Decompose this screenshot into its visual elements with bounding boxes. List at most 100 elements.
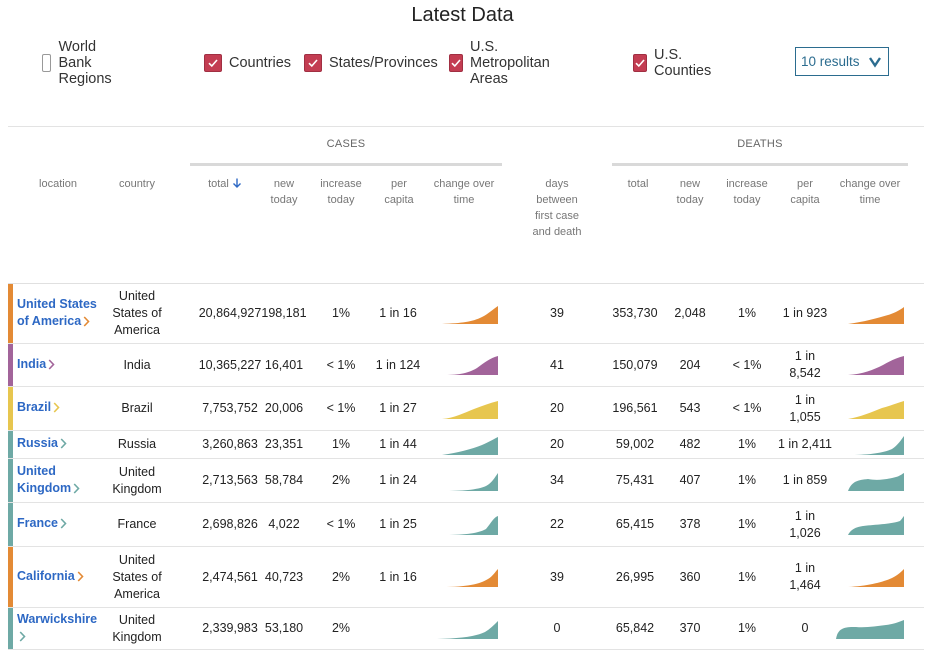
table-row: Russia Russia 3,260,863 23,351 1% 1 in 4… bbox=[8, 431, 924, 459]
deaths-increase-cell: < 1% bbox=[732, 401, 762, 415]
cases-total-cell: 7,753,752 bbox=[202, 401, 258, 415]
location-link[interactable]: California bbox=[17, 547, 97, 607]
cases-total-cell: 20,864,927 bbox=[198, 306, 262, 320]
location-link[interactable]: India bbox=[17, 344, 97, 386]
cases-sparkline-area bbox=[442, 305, 498, 324]
cases-per-capita-cell: 1 in 44 bbox=[379, 437, 417, 451]
col-header-deaths-new[interactable]: new today bbox=[668, 176, 712, 208]
filter-world-bank-regions[interactable]: World Bank Regions bbox=[42, 39, 120, 87]
deaths-increase-cell: 1% bbox=[737, 306, 757, 320]
table-row: United States of America United States o… bbox=[8, 284, 924, 344]
deaths-per-capita-cell: 1 in 1,055 bbox=[789, 392, 821, 424]
deaths-per-capita-cell: 1 in 859 bbox=[782, 473, 828, 487]
checkbox-checked[interactable] bbox=[304, 54, 322, 72]
col-header-deaths-change[interactable]: change over time bbox=[838, 176, 902, 208]
location-link[interactable]: Brazil bbox=[17, 387, 97, 430]
row-color-bar bbox=[8, 547, 13, 607]
deaths-sparkline-area bbox=[848, 400, 904, 419]
col-header-cases-total[interactable]: total bbox=[190, 176, 260, 192]
location-link[interactable]: Russia bbox=[17, 431, 97, 458]
row-color-bar bbox=[8, 387, 13, 430]
days-between-cell: 22 bbox=[550, 517, 564, 531]
cases-sparkline bbox=[442, 431, 498, 458]
filter-countries[interactable]: Countries bbox=[204, 50, 291, 76]
country-cell: Brazil bbox=[121, 401, 153, 415]
deaths-sparkline-area bbox=[836, 619, 904, 639]
checkbox-checked[interactable] bbox=[633, 54, 647, 72]
table-row: Warwickshire United Kingdom 2,339,983 53… bbox=[8, 608, 924, 650]
deaths-per-capita-cell: 1 in 1,464 bbox=[789, 561, 821, 592]
days-between-cell: 20 bbox=[550, 437, 564, 451]
checkbox-checked[interactable] bbox=[204, 54, 222, 72]
col-header-days-between[interactable]: days between first case and death bbox=[527, 176, 587, 240]
results-dropdown[interactable]: 10 results bbox=[795, 47, 889, 76]
cases-sparkline bbox=[442, 344, 498, 386]
deaths-total-cell: 150,079 bbox=[612, 357, 658, 372]
col-header-deaths-total[interactable]: total bbox=[616, 176, 660, 192]
deaths-new-cell: 543 bbox=[679, 401, 701, 415]
chevron-right-icon bbox=[53, 402, 60, 413]
deaths-sparkline-area bbox=[848, 306, 904, 324]
col-header-country[interactable]: country bbox=[103, 176, 171, 192]
chevron-right-icon bbox=[48, 358, 55, 370]
table-row: India India 10,365,227 16,401 < 1% 1 in … bbox=[8, 344, 924, 387]
cases-new-cell: 16,401 bbox=[264, 357, 304, 372]
cases-per-capita-cell: 1 in 24 bbox=[379, 473, 417, 487]
location-link[interactable]: United Kingdom bbox=[17, 459, 97, 502]
filter-states-provinces[interactable]: States/Provinces bbox=[304, 50, 438, 76]
cases-sparkline-area bbox=[442, 436, 498, 455]
cases-increase-cell: 1% bbox=[331, 437, 351, 451]
checkbox-unchecked[interactable] bbox=[42, 54, 52, 72]
deaths-sparkline bbox=[836, 608, 904, 649]
location-link[interactable]: France bbox=[17, 503, 97, 546]
filter-us-counties[interactable]: U.S. Counties bbox=[633, 47, 715, 79]
cases-new-cell: 4,022 bbox=[268, 517, 300, 531]
cases-sparkline-area bbox=[442, 356, 498, 375]
deaths-new-cell: 482 bbox=[679, 437, 701, 451]
col-header-cases-per-capita[interactable]: per capita bbox=[376, 176, 422, 208]
deaths-sparkline bbox=[848, 503, 904, 546]
col-header-deaths-increase[interactable]: increase today bbox=[718, 176, 776, 208]
country-cell: United States of America bbox=[112, 289, 162, 337]
cases-per-capita-cell: 1 in 16 bbox=[379, 569, 417, 584]
cases-per-capita-cell: 1 in 25 bbox=[379, 517, 417, 531]
chevron-right-icon bbox=[77, 570, 84, 582]
row-color-bar bbox=[8, 344, 13, 386]
cases-increase-cell: 2% bbox=[331, 569, 351, 584]
deaths-increase-cell: 1% bbox=[737, 437, 757, 451]
cases-sparkline-area bbox=[430, 620, 498, 639]
filter-label: States/Provinces bbox=[329, 55, 438, 71]
cases-per-capita-cell: 1 in 27 bbox=[379, 401, 417, 415]
cases-sparkline-area bbox=[442, 472, 498, 491]
filter-us-metropolitan-areas[interactable]: U.S. Metropolitan Areas bbox=[449, 39, 554, 87]
location-link[interactable]: Warwickshire bbox=[17, 608, 97, 649]
filter-label: Countries bbox=[229, 55, 292, 71]
deaths-total-cell: 196,561 bbox=[612, 401, 658, 415]
location-link[interactable]: United States of America bbox=[17, 284, 97, 343]
days-between-cell: 39 bbox=[550, 306, 564, 320]
table-row: Brazil Brazil 7,753,752 20,006 < 1% 1 in… bbox=[8, 387, 924, 431]
group-underline-cases bbox=[190, 163, 502, 166]
checkbox-checked[interactable] bbox=[449, 54, 463, 72]
cases-total-cell: 3,260,863 bbox=[202, 437, 258, 451]
col-header-cases-increase[interactable]: increase today bbox=[312, 176, 370, 208]
days-between-cell: 39 bbox=[550, 569, 564, 584]
cases-total-cell: 2,713,563 bbox=[202, 473, 258, 487]
deaths-new-cell: 204 bbox=[679, 357, 701, 372]
col-header-location[interactable]: location bbox=[22, 176, 94, 192]
cases-sparkline bbox=[442, 547, 498, 607]
table-row: France France 2,698,826 4,022 < 1% 1 in … bbox=[8, 503, 924, 547]
cases-increase-cell: 2% bbox=[331, 621, 351, 635]
deaths-sparkline bbox=[848, 431, 904, 458]
page-title: Latest Data bbox=[411, 4, 514, 26]
deaths-increase-cell: 1% bbox=[737, 473, 757, 487]
col-header-cases-new[interactable]: new today bbox=[262, 176, 306, 208]
deaths-total-cell: 65,415 bbox=[615, 517, 655, 531]
cases-sparkline bbox=[442, 387, 498, 430]
deaths-sparkline-area bbox=[848, 435, 904, 455]
col-header-deaths-per-capita[interactable]: per capita bbox=[782, 176, 828, 208]
col-header-cases-change[interactable]: change over time bbox=[430, 176, 498, 208]
filter-label: U.S. Metropolitan Areas bbox=[470, 39, 550, 87]
filter-label: U.S. Counties bbox=[654, 47, 712, 79]
deaths-per-capita-cell: 1 in 923 bbox=[782, 306, 828, 320]
